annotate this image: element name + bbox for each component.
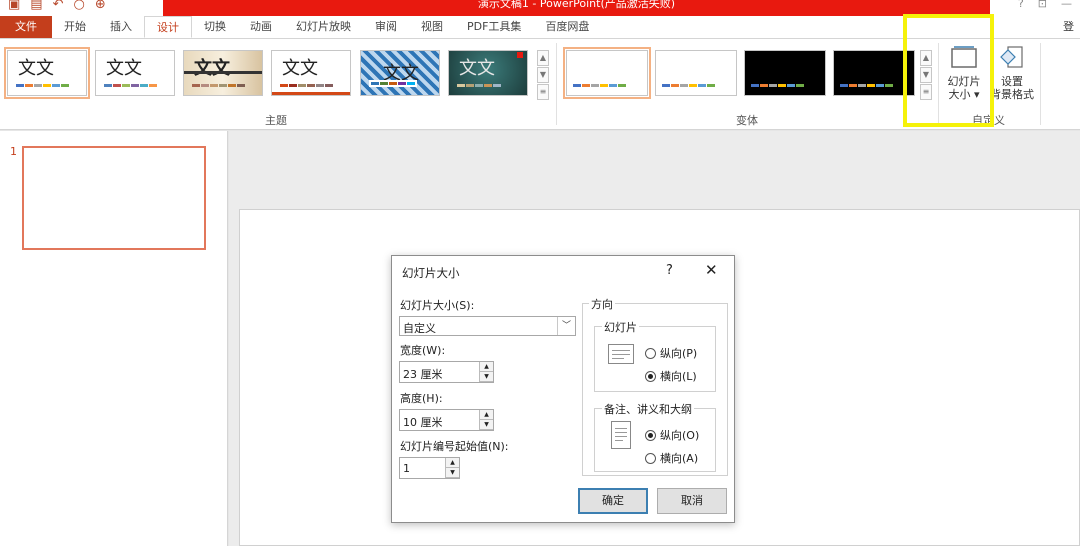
width-down-icon[interactable]: ▼ — [479, 372, 493, 382]
slide-thumbnail[interactable] — [22, 146, 206, 250]
app-icon: ▣ — [8, 0, 21, 12]
slide-number: 1 — [10, 145, 17, 158]
portrait-page-icon — [611, 421, 631, 449]
slides-portrait-radio[interactable]: 纵向(P) — [645, 345, 697, 361]
save-icon[interactable]: ▤ — [30, 0, 42, 12]
variants-scroll-down[interactable]: ▼ — [920, 67, 932, 83]
slide-size-button[interactable]: 幻灯片 大小 ▾ — [944, 45, 984, 101]
chevron-down-icon[interactable]: ﹀ — [557, 317, 575, 335]
height-label: 高度(H): — [400, 392, 443, 405]
variant-3[interactable] — [744, 50, 826, 96]
tab-baidu-netdisk[interactable]: 百度网盘 — [533, 16, 601, 38]
separator — [938, 43, 939, 125]
tab-insert[interactable]: 插入 — [98, 16, 144, 38]
slide-size-dialog: 幻灯片大小 ? ✕ 幻灯片大小(S): 自定义 ﹀ 宽度(W): 23 厘米 ▲… — [391, 255, 735, 523]
variant-4[interactable] — [833, 50, 915, 96]
sign-in-link[interactable]: 登 — [1063, 16, 1074, 38]
tab-pdf-tools[interactable]: PDF工具集 — [455, 16, 533, 38]
ribbon-display-icon[interactable]: ⊡ — [1038, 0, 1047, 16]
cancel-button[interactable]: 取消 — [657, 488, 727, 514]
customize-group-label: 自定义 — [972, 114, 1005, 127]
ribbon-tabs: 文件 开始 插入 设计 切换 动画 幻灯片放映 审阅 视图 PDF工具集 百度网… — [0, 16, 1080, 38]
separator — [1040, 43, 1041, 125]
width-spinner[interactable]: 23 厘米 ▲ ▼ — [399, 361, 494, 383]
tab-transitions[interactable]: 切换 — [192, 16, 238, 38]
start-number-label: 幻灯片编号起始值(N): — [400, 440, 509, 453]
variants-group-label: 变体 — [736, 114, 758, 127]
window-title: 演示文稿1 - PowerPoint(产品激活失败) — [163, 0, 990, 16]
radio-dot — [645, 347, 656, 359]
variant-2[interactable] — [655, 50, 737, 96]
width-label: 宽度(W): — [400, 344, 446, 357]
tab-design[interactable]: 设计 — [144, 16, 192, 38]
notes-landscape-radio[interactable]: 横向(A) — [645, 450, 698, 466]
notes-group-label: 备注、讲义和大纲 — [602, 401, 694, 417]
ok-button[interactable]: 确定 — [578, 488, 648, 514]
themes-scroll-down[interactable]: ▼ — [537, 67, 549, 83]
tab-animations[interactable]: 动画 — [238, 16, 284, 38]
variants-scroll-up[interactable]: ▲ — [920, 50, 932, 66]
height-down-icon[interactable]: ▼ — [479, 420, 493, 430]
theme-2[interactable]: 文文 — [95, 50, 175, 96]
radio-dot — [645, 452, 656, 464]
slide-size-label: 幻灯片大小(S): — [400, 299, 475, 312]
orientation-label: 方向 — [589, 296, 615, 312]
redo-icon[interactable]: ○ — [74, 0, 85, 12]
tab-view[interactable]: 视图 — [409, 16, 455, 38]
start-number-down-icon[interactable]: ▼ — [445, 468, 459, 478]
slides-group-label: 幻灯片 — [602, 319, 639, 335]
theme-office[interactable]: 文文 — [4, 47, 90, 99]
variants-more[interactable]: ≡ — [920, 84, 932, 100]
minimize-button[interactable]: — — [1061, 0, 1072, 16]
landscape-page-icon — [608, 344, 634, 364]
format-background-button[interactable]: 设置 背景格式 — [988, 45, 1036, 101]
height-spinner[interactable]: 10 厘米 ▲ ▼ — [399, 409, 494, 431]
notes-portrait-radio[interactable]: 纵向(O) — [645, 427, 699, 443]
start-presentation-icon[interactable]: ⊕ — [95, 0, 106, 12]
format-background-icon — [1000, 46, 1023, 68]
theme-5[interactable]: 文文 — [360, 50, 440, 96]
variant-1[interactable] — [563, 47, 651, 99]
tab-review[interactable]: 审阅 — [363, 16, 409, 38]
themes-group-label: 主题 — [265, 114, 287, 127]
themes-more[interactable]: ≡ — [537, 84, 549, 100]
slide-thumbnail-pane: 1 — [0, 131, 228, 546]
themes-scroll-up[interactable]: ▲ — [537, 50, 549, 66]
dialog-title: 幻灯片大小 — [402, 266, 460, 280]
dialog-help-button[interactable]: ? — [666, 263, 673, 278]
tab-file[interactable]: 文件 — [0, 16, 52, 38]
radio-dot-selected — [645, 370, 656, 382]
dialog-close-button[interactable]: ✕ — [705, 261, 718, 279]
radio-dot-selected — [645, 429, 656, 441]
slide-size-icon — [951, 46, 977, 68]
height-up-icon[interactable]: ▲ — [479, 410, 493, 420]
width-up-icon[interactable]: ▲ — [479, 362, 493, 372]
slide-size-select[interactable]: 自定义 ﹀ — [399, 316, 576, 336]
start-number-spinner[interactable]: 1 ▲ ▼ — [399, 457, 460, 479]
quick-access-toolbar: ▣ ▤ ↶ ○ ⊕ — [0, 0, 106, 16]
theme-3[interactable]: 文文 — [183, 50, 263, 96]
title-bar: ▣ ▤ ↶ ○ ⊕ 演示文稿1 - PowerPoint(产品激活失败) ? ⊡… — [0, 0, 1080, 16]
slides-landscape-radio[interactable]: 横向(L) — [645, 368, 697, 384]
help-button[interactable]: ? — [1018, 0, 1024, 16]
theme-6[interactable]: 文文 — [448, 50, 528, 96]
theme-4[interactable]: 文文 — [271, 50, 351, 96]
tab-home[interactable]: 开始 — [52, 16, 98, 38]
separator — [556, 43, 557, 125]
ribbon: 文文 文文 文文 文文 文文 文文 ▲ ▼ ≡ 主题 ▲ ▼ ≡ 变体 幻灯片 … — [0, 38, 1080, 130]
start-number-up-icon[interactable]: ▲ — [445, 458, 459, 468]
undo-icon[interactable]: ↶ — [53, 0, 64, 12]
tab-slideshow[interactable]: 幻灯片放映 — [284, 16, 363, 38]
